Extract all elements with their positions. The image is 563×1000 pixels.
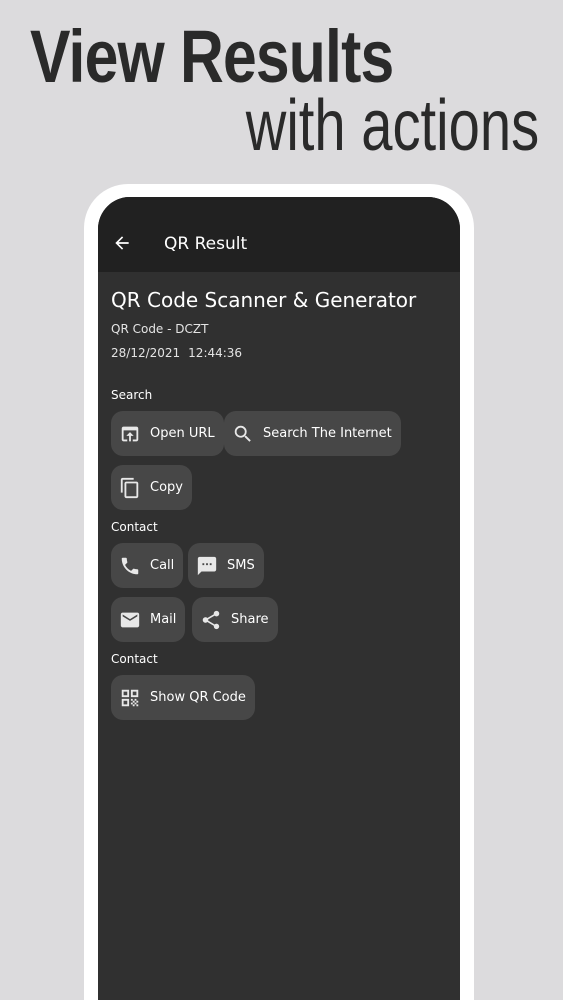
call-label: Call: [150, 558, 175, 573]
result-date: 28/12/2021: [111, 346, 181, 360]
search-internet-button[interactable]: Search The Internet: [224, 411, 401, 456]
result-type: QR Code - DCZT: [111, 322, 209, 336]
section-label-contact-qr: Contact: [111, 652, 158, 666]
open-url-button[interactable]: Open URL: [111, 411, 224, 456]
show-qr-code-label: Show QR Code: [150, 690, 246, 705]
copy-label: Copy: [150, 480, 183, 495]
result-timestamp: 28/12/2021 12:44:36: [111, 346, 242, 360]
open-url-label: Open URL: [150, 426, 215, 441]
section-label-search: Search: [111, 388, 153, 402]
qr-code-icon: [119, 687, 141, 709]
promo-subtitle: with actions: [245, 86, 539, 166]
sms-button[interactable]: SMS: [188, 543, 264, 588]
search-internet-label: Search The Internet: [263, 426, 392, 441]
arrow-back-icon: [115, 236, 129, 250]
result-title: QR Code Scanner & Generator: [111, 288, 417, 312]
share-button[interactable]: Share: [192, 597, 278, 642]
call-button[interactable]: Call: [111, 543, 184, 588]
app-bar-title: QR Result: [164, 234, 248, 254]
section-label-contact: Contact: [111, 520, 158, 534]
mail-label: Mail: [150, 612, 177, 627]
copy-icon: [119, 477, 141, 499]
open-in-browser-icon: [119, 423, 141, 445]
mail-button[interactable]: Mail: [111, 597, 186, 642]
back-button[interactable]: [112, 233, 132, 253]
show-qr-code-button[interactable]: Show QR Code: [111, 675, 255, 720]
share-label: Share: [231, 612, 269, 627]
result-time: 12:44:36: [188, 346, 243, 360]
share-icon: [200, 609, 222, 631]
app-bar: QR Result: [98, 197, 460, 272]
copy-button[interactable]: Copy: [111, 465, 192, 510]
app-screen: QR Result QR Code Scanner & Generator QR…: [98, 197, 460, 1000]
search-icon: [232, 423, 254, 445]
sms-icon: [196, 555, 218, 577]
mail-icon: [119, 609, 141, 631]
sms-label: SMS: [227, 558, 255, 573]
phone-icon: [119, 555, 141, 577]
